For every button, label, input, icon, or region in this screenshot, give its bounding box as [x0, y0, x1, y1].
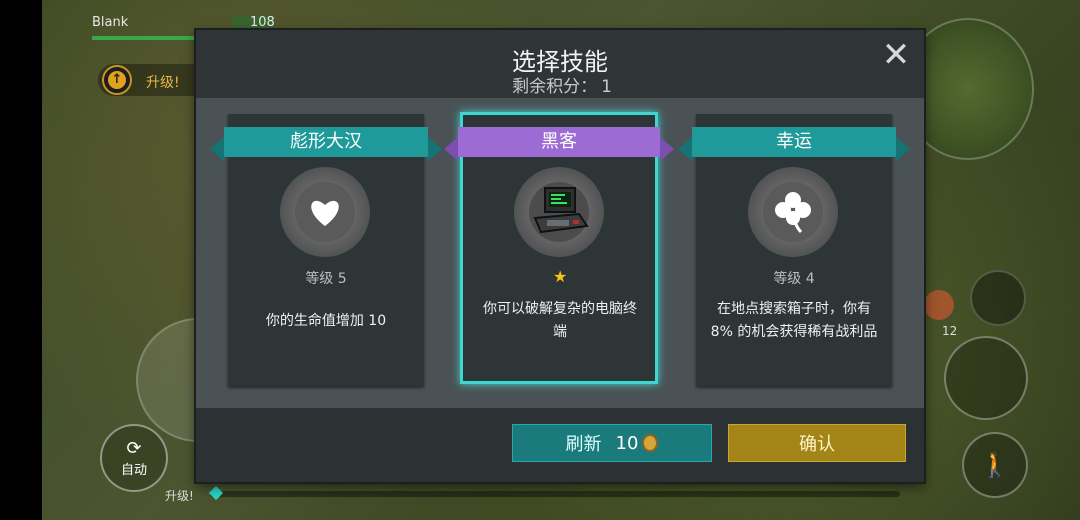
machete-weapon-slot[interactable] — [944, 336, 1028, 420]
item-count: 12 — [942, 324, 958, 338]
heart-icon — [311, 200, 339, 226]
clover-icon — [775, 192, 811, 234]
skill-name-ribbon: 幸运 — [692, 127, 896, 157]
screen-edge — [0, 0, 42, 520]
gun-slot[interactable] — [970, 270, 1026, 326]
ribbon-tail — [660, 137, 674, 161]
skill-badge — [748, 167, 838, 257]
skill-level: 等级 4 — [773, 271, 815, 287]
sneak-icon: 🚶 — [980, 451, 1010, 479]
food-slot[interactable] — [924, 290, 954, 320]
sneak-button[interactable]: 🚶 — [962, 432, 1028, 498]
level-up-icon: ↑ — [102, 65, 132, 95]
skill-select-dialog: 选择技能 剩余积分： 1 ✕ 彪形大汉 等级 5 你的生命值增加 10 黑客 ★… — [196, 30, 924, 482]
ribbon-tail — [678, 137, 692, 161]
auto-icon: ⟳ — [126, 438, 142, 459]
auto-button[interactable]: ⟳ 自动 — [100, 424, 168, 492]
confirm-button[interactable]: 确认 — [728, 424, 906, 462]
remaining-points: 剩余积分： 1 — [196, 72, 924, 97]
refresh-cost: 10 — [615, 432, 639, 454]
hp-value: 108 — [250, 15, 275, 30]
star-icon: ★ — [553, 267, 568, 286]
close-icon[interactable]: ✕ — [880, 38, 912, 72]
ribbon-tail — [210, 137, 224, 161]
level-up-label: 升级! — [146, 75, 180, 91]
refresh-button[interactable]: 刷新 10 — [512, 424, 712, 462]
player-name: Blank — [92, 15, 129, 30]
skill-name-ribbon: 彪形大汉 — [224, 127, 428, 157]
skill-description: 你的生命值增加 10 — [265, 313, 387, 329]
points-label: 剩余积分： — [512, 77, 598, 97]
skill-badge — [280, 167, 370, 257]
xp-label: 升级! — [165, 489, 194, 503]
skill-description: 在地点搜索箱子时，你有 8% 的机会获得稀有战利品 — [710, 301, 878, 340]
skill-level: 等级 5 — [305, 271, 347, 287]
auto-label: 自动 — [120, 463, 147, 478]
skill-description: 你可以破解复杂的电脑终 端 — [483, 301, 637, 340]
skill-badge — [514, 167, 604, 257]
ribbon-tail — [444, 137, 458, 161]
ribbon-tail — [896, 137, 910, 161]
points-value: 1 — [601, 77, 612, 97]
skill-name-ribbon: 黑客 — [458, 127, 660, 157]
refresh-label: 刷新 — [565, 434, 602, 455]
ribbon-tail — [428, 137, 442, 161]
hp-bar — [92, 36, 202, 40]
coin-icon — [642, 434, 659, 452]
computer-terminal-icon — [533, 187, 589, 234]
xp-bar — [210, 491, 900, 497]
